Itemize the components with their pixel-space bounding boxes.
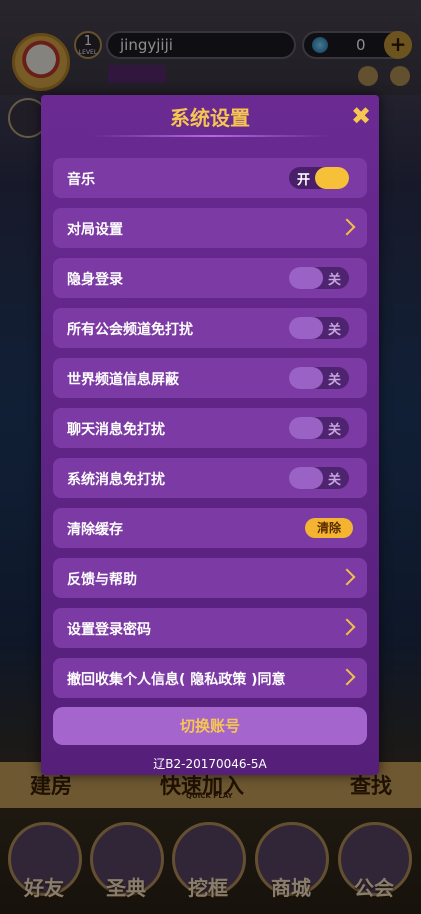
- toggle-knob: [289, 267, 323, 289]
- toggle-state-label: 关: [327, 273, 341, 288]
- toggle-knob: [315, 167, 349, 189]
- close-icon[interactable]: ✖: [348, 103, 374, 129]
- setting-stealth-login[interactable]: 隐身登录 关: [53, 258, 367, 298]
- setting-label: 聊天消息免打扰: [67, 422, 165, 438]
- setting-label: 对局设置: [67, 222, 123, 238]
- chevron-right-icon: [338, 568, 356, 586]
- dialog-title: 系统设置: [170, 106, 250, 130]
- chat-dnd-toggle[interactable]: 关: [289, 417, 349, 439]
- setting-label: 所有公会频道免打扰: [67, 322, 193, 338]
- toggle-knob: [289, 317, 323, 339]
- toggle-state-label: 关: [327, 373, 341, 388]
- switch-account-button[interactable]: 切换账号: [53, 707, 367, 745]
- toggle-state-label: 关: [327, 473, 341, 488]
- setting-clear-cache[interactable]: 清除缓存 清除: [53, 508, 367, 548]
- toggle-knob: [289, 367, 323, 389]
- setting-feedback[interactable]: 反馈与帮助: [53, 558, 367, 598]
- setting-label: 系统消息免打扰: [67, 472, 165, 488]
- setting-privacy-revoke[interactable]: 撤回收集个人信息( 隐私政策 )同意: [53, 658, 367, 698]
- chevron-right-icon: [338, 618, 356, 636]
- setting-match[interactable]: 对局设置: [53, 208, 367, 248]
- music-toggle[interactable]: 开: [289, 167, 349, 189]
- setting-label: 设置登录密码: [67, 622, 151, 638]
- toggle-state-label: 开: [297, 173, 311, 188]
- toggle-state-label: 关: [327, 323, 341, 338]
- dialog-header: 系统设置 ✖: [41, 95, 379, 139]
- setting-label: 反馈与帮助: [67, 572, 137, 588]
- setting-label: 撤回收集个人信息( 隐私政策 )同意: [67, 672, 286, 688]
- license-number: 辽B2-20170046-5A: [153, 757, 267, 771]
- settings-dialog: 系统设置 ✖ 音乐 开 对局设置 隐身登录 关 所有公会频道免打扰 关 世界频道…: [41, 95, 379, 775]
- clear-cache-button[interactable]: 清除: [305, 518, 353, 538]
- setting-label: 清除缓存: [67, 522, 123, 538]
- setting-system-dnd[interactable]: 系统消息免打扰 关: [53, 458, 367, 498]
- toggle-knob: [289, 417, 323, 439]
- toggle-state-label: 关: [327, 423, 341, 438]
- chevron-right-icon: [338, 218, 356, 236]
- system-dnd-toggle[interactable]: 关: [289, 467, 349, 489]
- setting-label: 世界频道信息屏蔽: [67, 372, 179, 388]
- setting-login-password[interactable]: 设置登录密码: [53, 608, 367, 648]
- guild-dnd-toggle[interactable]: 关: [289, 317, 349, 339]
- setting-world-block[interactable]: 世界频道信息屏蔽 关: [53, 358, 367, 398]
- chevron-right-icon: [338, 668, 356, 686]
- stealth-login-toggle[interactable]: 关: [289, 267, 349, 289]
- world-block-toggle[interactable]: 关: [289, 367, 349, 389]
- setting-label: 音乐: [67, 172, 95, 188]
- setting-label: 隐身登录: [67, 272, 123, 288]
- header-divider: [91, 135, 329, 137]
- setting-chat-dnd[interactable]: 聊天消息免打扰 关: [53, 408, 367, 448]
- setting-guild-dnd[interactable]: 所有公会频道免打扰 关: [53, 308, 367, 348]
- setting-music[interactable]: 音乐 开: [53, 158, 367, 198]
- toggle-knob: [289, 467, 323, 489]
